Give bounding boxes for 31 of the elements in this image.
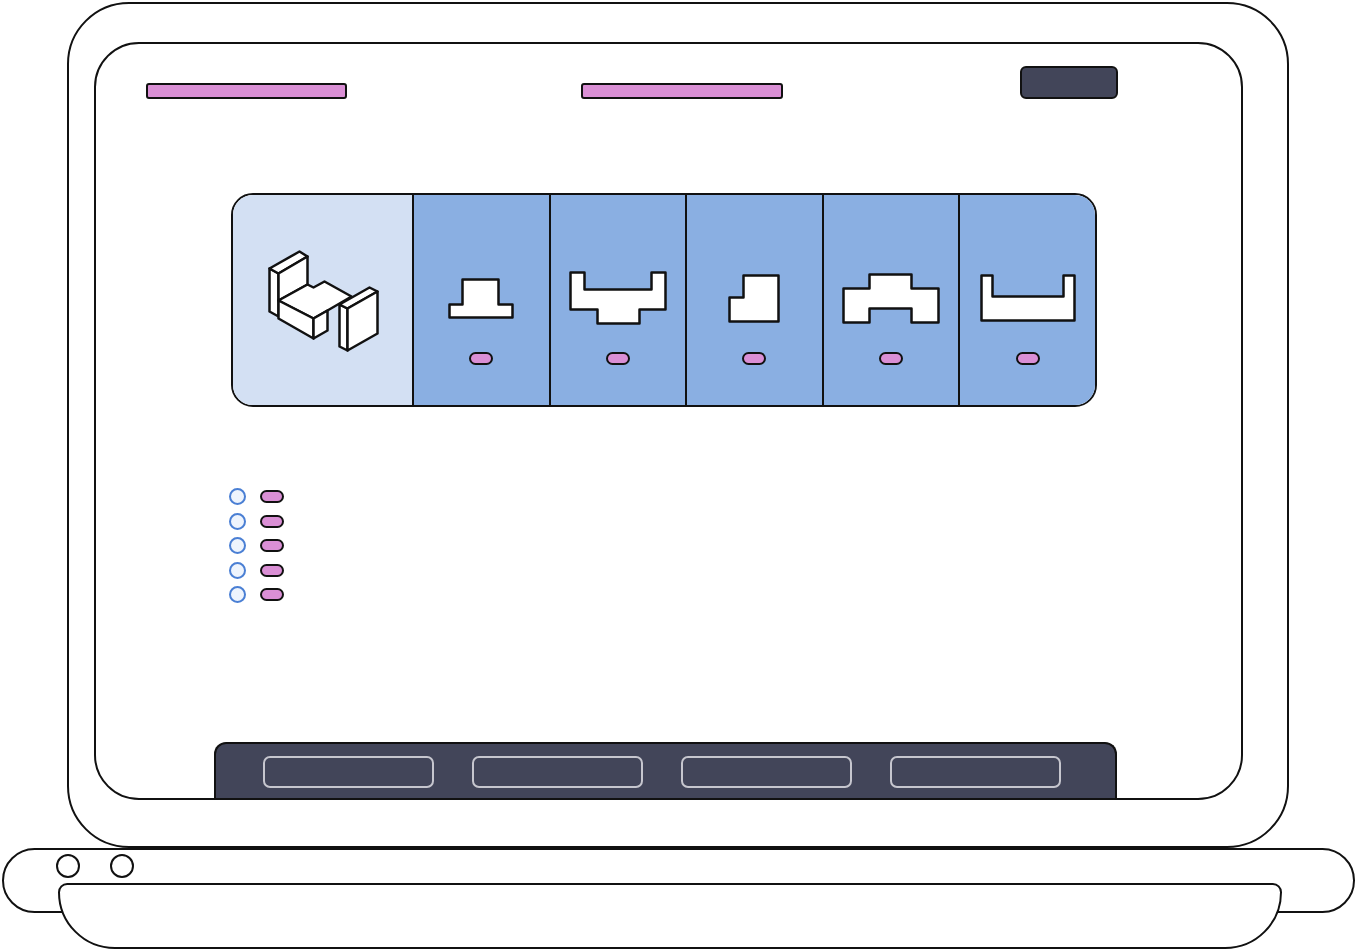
shape-tile[interactable] [412, 195, 549, 405]
pill-icon [260, 514, 284, 528]
pill-icon [1015, 352, 1040, 365]
pill-icon [742, 352, 767, 365]
pill-icon [469, 352, 494, 365]
radio-button[interactable] [229, 537, 246, 554]
radio-button[interactable] [229, 512, 246, 530]
radio-button[interactable] [229, 561, 246, 579]
isometric-block-icon [266, 248, 379, 352]
stepped-u-shape-icon [568, 271, 667, 325]
radio-button[interactable] [229, 488, 246, 505]
pill-icon [260, 563, 284, 577]
pill-icon [879, 352, 904, 365]
shape-tile[interactable] [821, 195, 959, 405]
indicator-light-icon [56, 854, 80, 878]
toolbar-button[interactable] [263, 756, 434, 788]
shape-tile[interactable] [685, 195, 822, 405]
pill-icon [260, 539, 284, 552]
radio-button[interactable] [229, 586, 246, 603]
indicator-light-icon [110, 854, 134, 878]
pill-icon [260, 588, 284, 601]
toolbar-button[interactable] [890, 756, 1061, 788]
u-shape-icon [979, 274, 1076, 322]
shape-tile[interactable] [958, 195, 1095, 405]
pill-icon [260, 490, 284, 503]
t-shape-icon [448, 277, 515, 319]
pill-icon [605, 352, 630, 365]
toolbar-button[interactable] [681, 756, 852, 788]
shape-tile[interactable] [548, 195, 686, 405]
arch-shape-icon [842, 272, 941, 324]
toolbar-button[interactable] [472, 756, 643, 788]
